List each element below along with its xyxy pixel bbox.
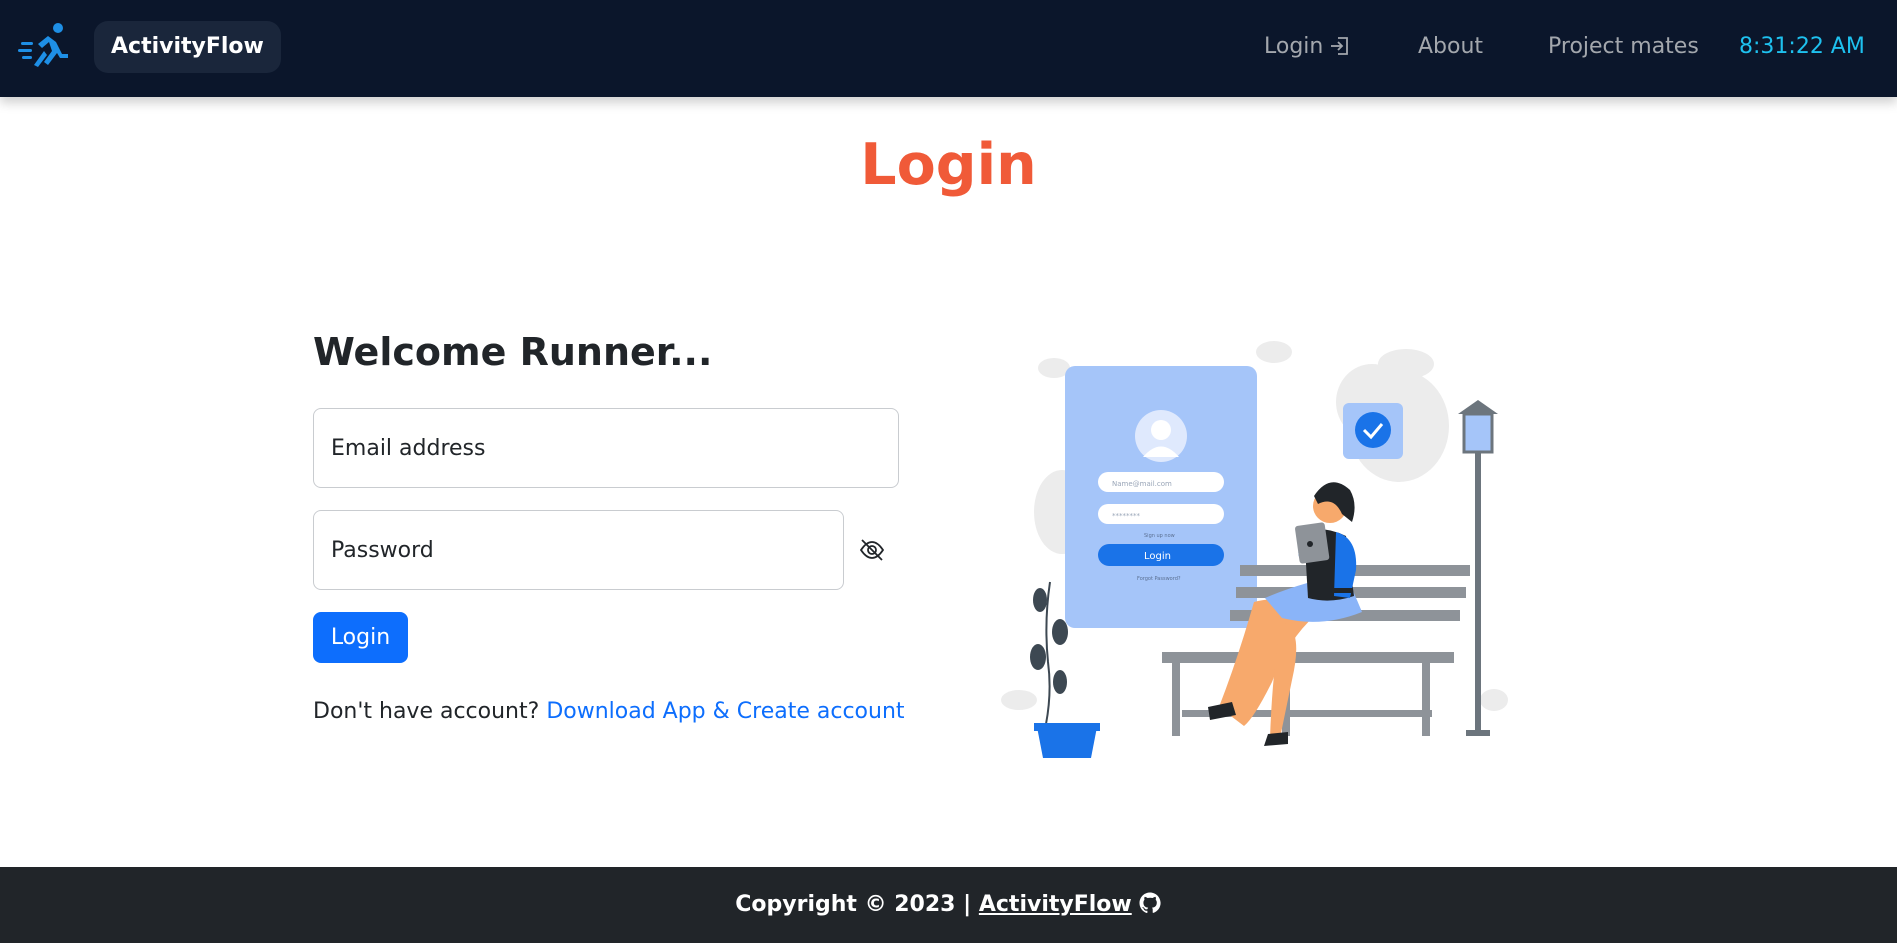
nav-project-mates-link[interactable]: Project mates [1548, 30, 1699, 64]
nav-about-link[interactable]: About [1418, 30, 1483, 64]
login-illustration: Name@mail.com ******** Sign up now Login… [1001, 341, 1508, 758]
welcome-heading: Welcome Runner... [313, 330, 713, 374]
signup-prompt-line: Don't have account? Download App & Creat… [313, 696, 905, 728]
download-app-link[interactable]: Download App & Create account [546, 699, 904, 724]
card-forgot-text: Forgot Password? [1137, 576, 1181, 582]
page-title: Login [860, 132, 1037, 198]
clock-display: 8:31:22 AM [1739, 34, 1865, 59]
footer-activityflow-link[interactable]: ActivityFlow [979, 892, 1132, 917]
nav-login-label: Login [1264, 34, 1324, 59]
card-password-mask: ******** [1112, 512, 1141, 520]
signup-prompt: Don't have account? [313, 699, 540, 724]
email-field[interactable] [313, 408, 899, 488]
runner-icon[interactable] [18, 20, 72, 74]
eye-slash-icon[interactable] [858, 536, 886, 564]
nav-login-link[interactable]: Login [1264, 30, 1351, 64]
card-email-placeholder: Name@mail.com [1112, 480, 1172, 488]
top-navbar: ActivityFlow Login About Project mates 8… [0, 0, 1897, 97]
brand-name[interactable]: ActivityFlow [94, 21, 281, 73]
copyright-text: Copyright © 2023 | [735, 892, 972, 917]
check-badge [1343, 403, 1403, 459]
card-signup-text: Sign up now [1144, 533, 1175, 539]
login-arrow-icon [1331, 37, 1349, 55]
password-field[interactable] [313, 510, 844, 590]
login-card: Name@mail.com ******** Sign up now Login… [1065, 366, 1257, 628]
github-icon[interactable] [1138, 891, 1162, 915]
site-footer: Copyright © 2023 | ActivityFlow [0, 867, 1897, 943]
card-login-button: Login [1144, 551, 1171, 562]
login-button[interactable]: Login [313, 612, 408, 663]
